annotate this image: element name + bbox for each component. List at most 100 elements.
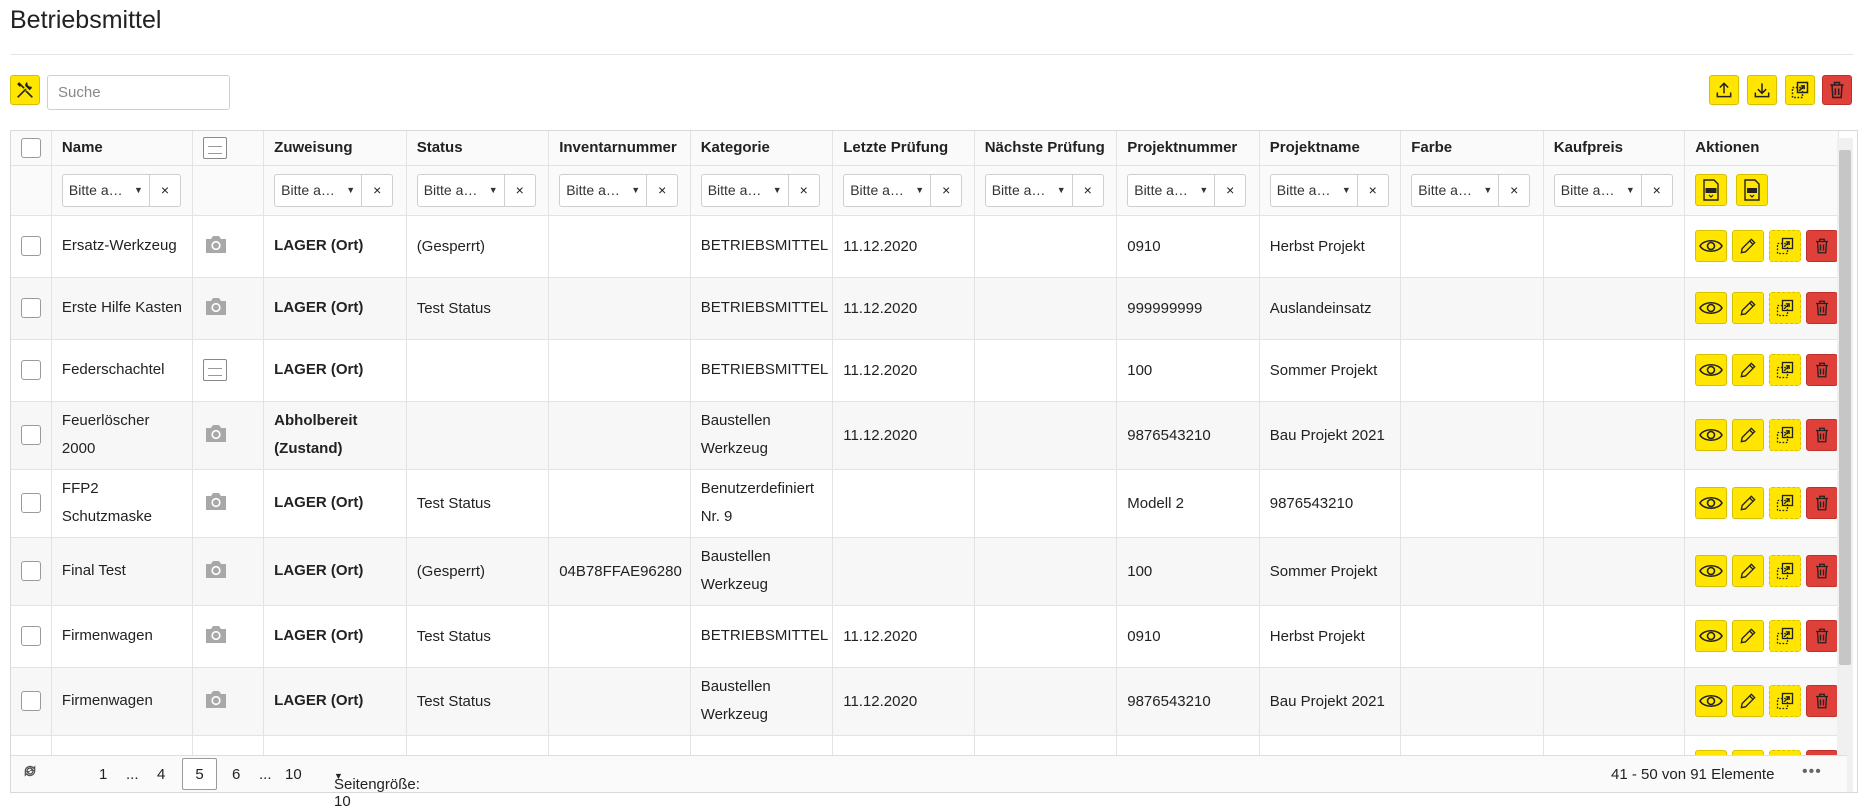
scrollbar-thumb[interactable] xyxy=(1839,150,1851,665)
edit-button[interactable] xyxy=(1732,292,1765,324)
table-row[interactable]: Firmenwagen LAGER (Ort) Test Status BETRIEB… xyxy=(11,605,1839,668)
edit-button[interactable] xyxy=(1732,354,1765,386)
edit-button[interactable] xyxy=(1732,419,1765,451)
image-placeholder-icon[interactable] xyxy=(203,359,228,381)
filter-projektnummer[interactable]: Bitte a… ▼ × xyxy=(1127,173,1247,207)
export-button[interactable] xyxy=(1785,75,1815,105)
row-checkbox[interactable] xyxy=(21,298,41,318)
row-select-cell[interactable] xyxy=(11,339,52,402)
delete-button[interactable] xyxy=(1806,354,1838,386)
filter-clear-button[interactable]: × xyxy=(647,173,679,207)
filter-select[interactable]: Bitte a… ▼ xyxy=(700,173,789,207)
camera-icon[interactable] xyxy=(203,236,229,259)
page-size-select[interactable]: Seitengröße: 10 ▼ xyxy=(334,766,420,810)
filter-select[interactable]: Bitte a… ▼ xyxy=(416,173,505,207)
filter-naechste-pruefung[interactable]: Bitte a… ▼ × xyxy=(984,173,1104,207)
view-button[interactable] xyxy=(1695,230,1728,262)
cell-image[interactable] xyxy=(192,469,265,538)
export-button[interactable] xyxy=(1769,292,1802,324)
edit-button[interactable] xyxy=(1732,620,1765,652)
row-select-cell[interactable] xyxy=(11,401,52,470)
filter-select[interactable]: Bitte a… ▼ xyxy=(1127,173,1216,207)
select-all-checkbox[interactable] xyxy=(21,137,41,158)
delete-button[interactable] xyxy=(1806,555,1838,587)
delete-button[interactable] xyxy=(1806,230,1838,262)
camera-icon[interactable] xyxy=(203,425,229,448)
edit-button[interactable] xyxy=(1732,230,1765,262)
filter-name[interactable]: Bitte a… ▼ × xyxy=(61,173,181,207)
export-button[interactable] xyxy=(1769,685,1802,717)
cell-image[interactable] xyxy=(192,339,265,402)
cell-image[interactable] xyxy=(192,277,265,340)
column-header-status[interactable]: Status xyxy=(406,131,550,166)
table-row[interactable]: Erste Hilfe Kasten LAGER (Ort) Test Status… xyxy=(11,277,1839,340)
filter-select[interactable]: Bitte a… ▼ xyxy=(1269,173,1358,207)
column-header-kategorie[interactable]: Kategorie xyxy=(690,131,834,166)
filter-projektname[interactable]: Bitte a… ▼ × xyxy=(1269,173,1389,207)
delete-button[interactable] xyxy=(1806,487,1838,519)
edit-button[interactable] xyxy=(1732,487,1765,519)
view-button[interactable] xyxy=(1695,555,1728,587)
filter-clear-button[interactable]: × xyxy=(788,173,820,207)
filter-clear-button[interactable]: × xyxy=(1641,173,1673,207)
table-row[interactable]: Federschachtel LAGER (Ort) BETRIEBSMITTEL 1… xyxy=(11,339,1839,402)
download-button[interactable] xyxy=(1747,75,1777,105)
filter-select[interactable]: Bitte a… ▼ xyxy=(274,173,363,207)
tools-button[interactable] xyxy=(10,75,40,105)
row-checkbox[interactable] xyxy=(21,236,41,256)
row-select-cell[interactable] xyxy=(11,537,52,606)
filter-clear-button[interactable]: × xyxy=(1499,173,1531,207)
filter-clear-button[interactable]: × xyxy=(149,173,181,207)
view-button[interactable] xyxy=(1695,419,1728,451)
page-ellipsis[interactable]: ... xyxy=(126,766,139,783)
filter-clear-button[interactable]: × xyxy=(504,173,536,207)
filter-clear-button[interactable]: × xyxy=(1072,173,1104,207)
column-header-zuweisung[interactable]: Zuweisung xyxy=(263,131,407,166)
filter-clear-button[interactable]: × xyxy=(931,173,963,207)
search-input[interactable] xyxy=(47,75,230,110)
export-button[interactable] xyxy=(1769,354,1802,386)
column-header-naechste-pruefung[interactable]: Nächste Prüfung xyxy=(974,131,1118,166)
refresh-icon[interactable] xyxy=(23,764,37,782)
row-checkbox[interactable] xyxy=(21,493,41,513)
column-header-name[interactable]: Name xyxy=(51,131,194,166)
select-all-cell[interactable] xyxy=(11,131,52,166)
delete-button[interactable] xyxy=(1806,292,1838,324)
row-select-cell[interactable] xyxy=(11,469,52,538)
table-row[interactable]: Final Test LAGER (Ort) (Gesperrt) 04B78FFAE… xyxy=(11,537,1839,606)
table-row[interactable]: Ersatz-Werkzeug LAGER (Ort) (Gesperrt) BETR… xyxy=(11,215,1839,278)
filter-select[interactable]: Bitte a… ▼ xyxy=(1411,173,1500,207)
filter-select[interactable]: Bitte a… ▼ xyxy=(984,173,1073,207)
row-select-cell[interactable] xyxy=(11,667,52,736)
filter-select[interactable]: Bitte a… ▼ xyxy=(61,173,150,207)
cell-image[interactable] xyxy=(192,401,265,470)
delete-button[interactable] xyxy=(1822,75,1852,105)
column-header-farbe[interactable]: Farbe xyxy=(1400,131,1544,166)
row-checkbox[interactable] xyxy=(21,626,41,646)
page-link[interactable]: 6 xyxy=(232,766,240,783)
row-select-cell[interactable] xyxy=(11,277,52,340)
table-row[interactable]: Feuerlöscher 2000 Abholbereit (Zustand) Ba… xyxy=(11,401,1839,470)
filter-clear-button[interactable]: × xyxy=(362,173,394,207)
row-checkbox[interactable] xyxy=(21,561,41,581)
edit-button[interactable] xyxy=(1732,555,1765,587)
row-checkbox[interactable] xyxy=(21,360,41,380)
table-row[interactable]: Firmenwagen LAGER (Ort) Test Status Baustel… xyxy=(11,667,1839,736)
view-button[interactable] xyxy=(1695,685,1728,717)
column-header-projektname[interactable]: Projektname xyxy=(1259,131,1402,166)
page-link[interactable]: 4 xyxy=(157,766,165,783)
camera-icon[interactable] xyxy=(203,298,229,321)
filter-clear-button[interactable]: × xyxy=(1215,173,1247,207)
export-button[interactable] xyxy=(1769,620,1802,652)
camera-icon[interactable] xyxy=(203,493,229,516)
column-header-kaufpreis[interactable]: Kaufpreis xyxy=(1543,131,1686,166)
delete-button[interactable] xyxy=(1806,620,1838,652)
delete-button[interactable] xyxy=(1806,419,1838,451)
page-ellipsis[interactable]: ... xyxy=(259,766,272,783)
table-row[interactable]: FFP2 Schutzmaske LAGER (Ort) Test Status Be… xyxy=(11,469,1839,538)
filter-inventarnummer[interactable]: Bitte a… ▼ × xyxy=(559,173,679,207)
filter-select[interactable]: Bitte a… ▼ xyxy=(559,173,648,207)
filter-letzte-pruefung[interactable]: Bitte a… ▼ × xyxy=(843,173,963,207)
export-button[interactable] xyxy=(1769,487,1802,519)
edit-button[interactable] xyxy=(1732,685,1765,717)
